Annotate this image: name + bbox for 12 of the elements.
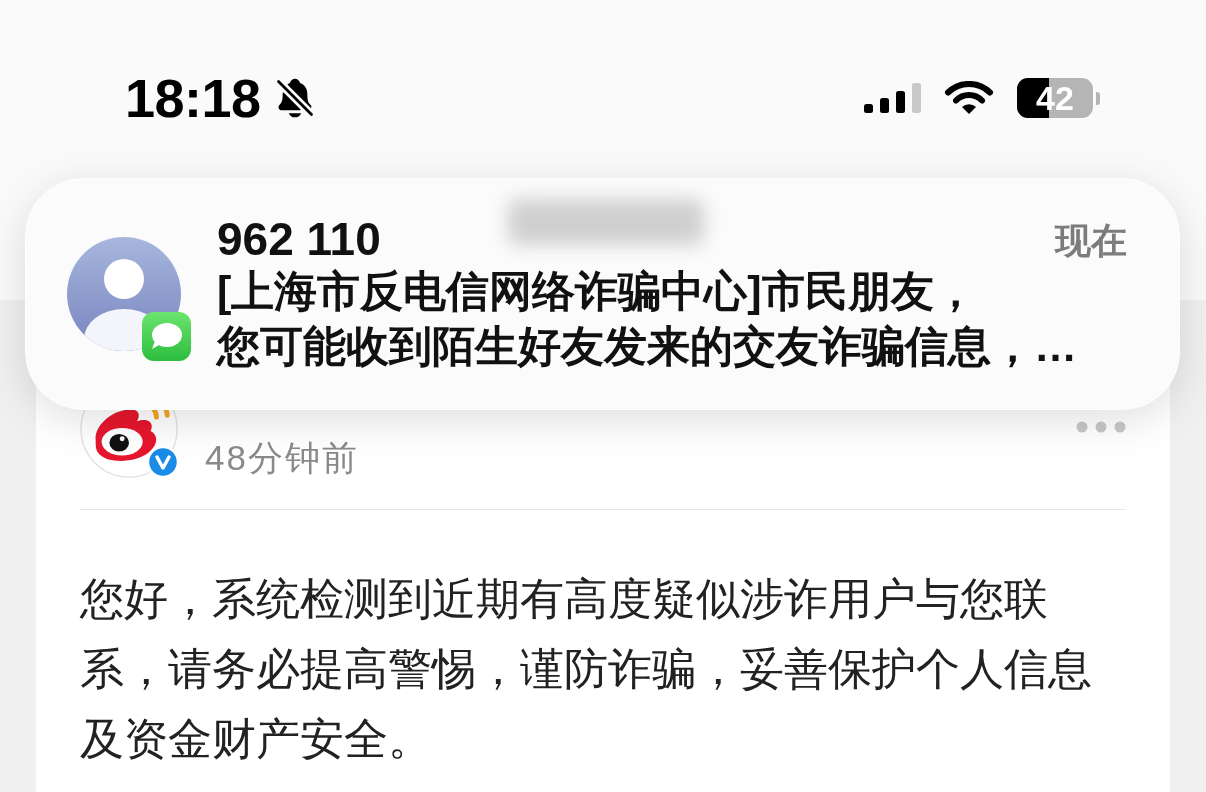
post-time: 48分钟前 (205, 437, 359, 479)
message-text: [上海市反电信网络诈骗中心]市民朋友， (217, 266, 978, 317)
sender-name: 962 110 (217, 214, 381, 264)
message-text: 您可能收到陌生好友发来的交友诈骗信息，… (217, 321, 1078, 372)
clock-time: 18:18 (125, 72, 261, 124)
post-body-text: 您好，系统检测到近期有高度疑似涉诈用户与您联系，请务必提高警惕，谨防诈骗，妥善保护个人信息及资金财产安全。 (80, 573, 1093, 765)
notification-time: 现在 (1055, 219, 1127, 263)
message-bubble-icon (142, 312, 191, 361)
more-options-icon[interactable] (1076, 421, 1126, 433)
wifi-icon (944, 81, 994, 115)
signal-bars-icon (864, 83, 922, 113)
notification-banner[interactable]: 962 110 现在 [上海市反电信网络诈骗中心]市民朋友， 您可能收到陌生好友发来的交友诈骗信息，… (25, 178, 1180, 410)
